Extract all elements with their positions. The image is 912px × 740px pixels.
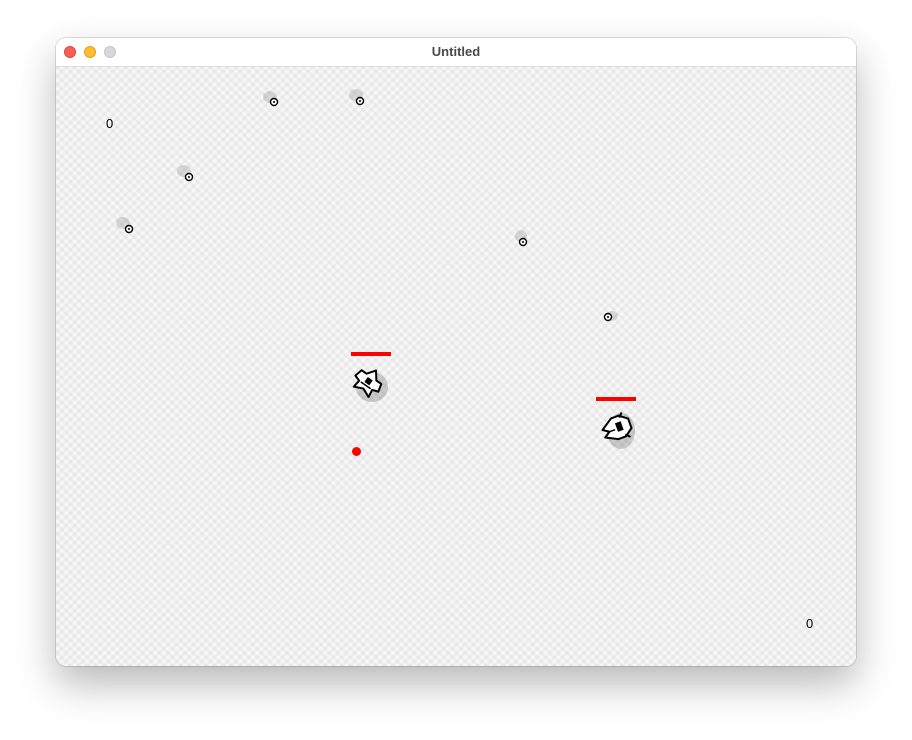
mine [263,91,279,107]
player-one-ship [352,369,388,402]
player-two-ship [601,412,635,449]
mine [116,217,134,234]
title-bar: Untitled [56,38,856,67]
player-two-health-bar [596,397,636,401]
game-window: Untitled 0 0 [56,38,856,666]
projectile [352,447,361,456]
window-title: Untitled [431,44,481,59]
mine [603,311,618,322]
player-one-health-bar [351,352,391,356]
score-right: 0 [806,616,814,631]
mine [515,230,528,247]
mine [349,89,365,106]
score-left: 0 [106,116,114,131]
mine [177,165,194,182]
game-field[interactable]: 0 0 [56,67,856,666]
